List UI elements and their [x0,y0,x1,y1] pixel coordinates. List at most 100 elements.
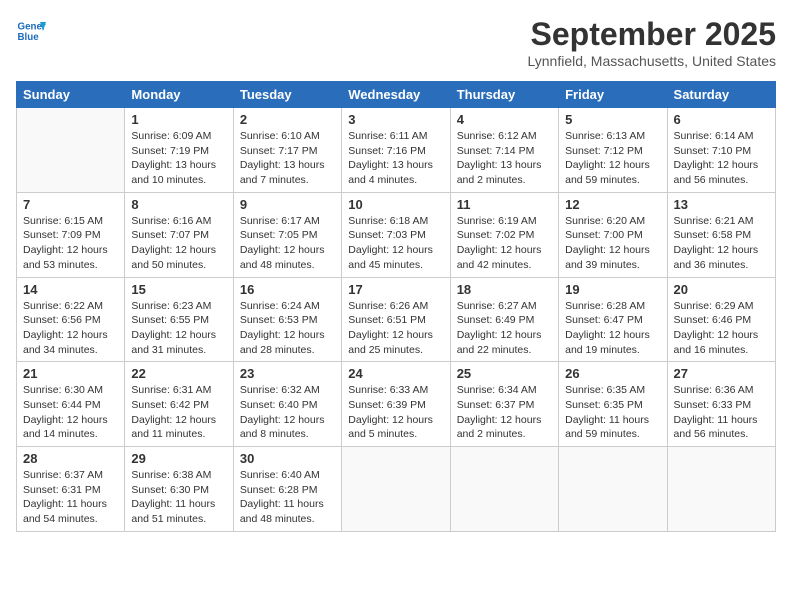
day-info: Sunrise: 6:26 AMSunset: 6:51 PMDaylight:… [348,299,443,358]
day-info: Sunrise: 6:24 AMSunset: 6:53 PMDaylight:… [240,299,335,358]
day-info: Sunrise: 6:18 AMSunset: 7:03 PMDaylight:… [348,214,443,273]
day-number: 14 [23,282,118,297]
calendar-cell: 25 Sunrise: 6:34 AMSunset: 6:37 PMDayligh… [450,362,558,447]
calendar-cell [17,108,125,193]
day-info: Sunrise: 6:38 AMSunset: 6:30 PMDaylight:… [131,468,226,527]
calendar-body: 1 Sunrise: 6:09 AMSunset: 7:19 PMDaylight… [17,108,776,532]
calendar-cell: 9Sunrise: 6:17 AMSunset: 7:05 PMDaylight… [233,192,341,277]
day-number: 25 [457,366,552,381]
calendar-cell: 7 Sunrise: 6:15 AMSunset: 7:09 PMDaylight… [17,192,125,277]
calendar-cell: 15Sunrise: 6:23 AMSunset: 6:55 PMDayligh… [125,277,233,362]
day-number: 16 [240,282,335,297]
day-number: 12 [565,197,660,212]
day-number: 10 [348,197,443,212]
day-number: 6 [674,112,769,127]
day-info: Sunrise: 6:34 AMSunset: 6:37 PMDaylight:… [457,383,552,442]
day-info: Sunrise: 6:16 AMSunset: 7:07 PMDaylight:… [131,214,226,273]
day-number: 29 [131,451,226,466]
day-number: 28 [23,451,118,466]
calendar-cell: 18 Sunrise: 6:27 AMSunset: 6:49 PMDayligh… [450,277,558,362]
day-info: Sunrise: 6:15 AMSunset: 7:09 PMDaylight:… [23,214,118,273]
day-info: Sunrise: 6:11 AMSunset: 7:16 PMDaylight:… [348,129,443,188]
weekday-header: Monday [125,82,233,108]
day-number: 24 [348,366,443,381]
calendar-cell: 13 Sunrise: 6:21 AMSunset: 6:58 PMDayligh… [667,192,775,277]
location: Lynnfield, Massachusetts, United States [528,53,777,69]
day-number: 20 [674,282,769,297]
calendar-cell: 22 Sunrise: 6:31 AMSunset: 6:42 PMDayligh… [125,362,233,447]
day-number: 27 [674,366,769,381]
calendar-cell: 23 Sunrise: 6:32 AMSunset: 6:40 PMDayligh… [233,362,341,447]
day-number: 9 [240,197,335,212]
day-number: 21 [23,366,118,381]
day-number: 8 [131,197,226,212]
day-number: 1 [131,112,226,127]
calendar-cell: 1 Sunrise: 6:09 AMSunset: 7:19 PMDaylight… [125,108,233,193]
weekday-header: Tuesday [233,82,341,108]
weekday-header: Wednesday [342,82,450,108]
weekday-header: Thursday [450,82,558,108]
calendar-table: SundayMondayTuesdayWednesdayThursdayFrid… [16,81,776,532]
day-info: Sunrise: 6:20 AMSunset: 7:00 PMDaylight:… [565,214,660,273]
svg-text:Blue: Blue [18,32,40,43]
day-info: Sunrise: 6:32 AMSunset: 6:40 PMDaylight:… [240,383,335,442]
day-number: 13 [674,197,769,212]
logo-icon: General Blue [16,16,46,46]
weekday-header: Sunday [17,82,125,108]
day-number: 23 [240,366,335,381]
day-info: Sunrise: 6:31 AMSunset: 6:42 PMDaylight:… [131,383,226,442]
calendar-cell: 24 Sunrise: 6:33 AMSunset: 6:39 PMDayligh… [342,362,450,447]
calendar-header: SundayMondayTuesdayWednesdayThursdayFrid… [17,82,776,108]
calendar-cell [559,447,667,532]
day-number: 26 [565,366,660,381]
calendar-cell: 19 Sunrise: 6:28 AMSunset: 6:47 PMDayligh… [559,277,667,362]
calendar-cell: 20 Sunrise: 6:29 AMSunset: 6:46 PMDayligh… [667,277,775,362]
calendar-cell: 10 Sunrise: 6:18 AMSunset: 7:03 PMDayligh… [342,192,450,277]
day-info: Sunrise: 6:23 AMSunset: 6:55 PMDaylight:… [131,299,226,358]
title-area: September 2025 Lynnfield, Massachusetts,… [528,16,777,69]
day-info: Sunrise: 6:14 AMSunset: 7:10 PMDaylight:… [674,129,769,188]
calendar-week-row: 21Sunrise: 6:30 AMSunset: 6:44 PMDayligh… [17,362,776,447]
weekday-header: Friday [559,82,667,108]
calendar-cell: 6 Sunrise: 6:14 AMSunset: 7:10 PMDaylight… [667,108,775,193]
day-info: Sunrise: 6:10 AMSunset: 7:17 PMDaylight:… [240,129,335,188]
month-title: September 2025 [528,16,777,53]
calendar-week-row: 14 Sunrise: 6:22 AMSunset: 6:56 PMDayligh… [17,277,776,362]
calendar-cell: 27 Sunrise: 6:36 AMSunset: 6:33 PMDayligh… [667,362,775,447]
day-number: 2 [240,112,335,127]
day-info: Sunrise: 6:36 AMSunset: 6:33 PMDaylight:… [674,383,769,442]
calendar-cell: 3 Sunrise: 6:11 AMSunset: 7:16 PMDaylight… [342,108,450,193]
calendar-cell: 29 Sunrise: 6:38 AMSunset: 6:30 PMDayligh… [125,447,233,532]
day-info: Sunrise: 6:21 AMSunset: 6:58 PMDaylight:… [674,214,769,273]
day-info: Sunrise: 6:27 AMSunset: 6:49 PMDaylight:… [457,299,552,358]
day-info: Sunrise: 6:22 AMSunset: 6:56 PMDaylight:… [23,299,118,358]
day-number: 7 [23,197,118,212]
day-info: Sunrise: 6:29 AMSunset: 6:46 PMDaylight:… [674,299,769,358]
day-info: Sunrise: 6:12 AMSunset: 7:14 PMDaylight:… [457,129,552,188]
calendar-cell: 26 Sunrise: 6:35 AMSunset: 6:35 PMDayligh… [559,362,667,447]
calendar-cell: 4 Sunrise: 6:12 AMSunset: 7:14 PMDaylight… [450,108,558,193]
day-info: Sunrise: 6:33 AMSunset: 6:39 PMDaylight:… [348,383,443,442]
calendar-cell: 2 Sunrise: 6:10 AMSunset: 7:17 PMDaylight… [233,108,341,193]
day-number: 4 [457,112,552,127]
calendar-week-row: 7 Sunrise: 6:15 AMSunset: 7:09 PMDaylight… [17,192,776,277]
calendar-cell: 14 Sunrise: 6:22 AMSunset: 6:56 PMDayligh… [17,277,125,362]
day-info: Sunrise: 6:09 AMSunset: 7:19 PMDaylight:… [131,129,226,188]
day-info: Sunrise: 6:28 AMSunset: 6:47 PMDaylight:… [565,299,660,358]
calendar-cell: 5Sunrise: 6:13 AMSunset: 7:12 PMDaylight… [559,108,667,193]
calendar-cell [342,447,450,532]
day-info: Sunrise: 6:35 AMSunset: 6:35 PMDaylight:… [565,383,660,442]
logo: General Blue [16,16,46,46]
day-number: 17 [348,282,443,297]
calendar-cell [667,447,775,532]
weekday-header: Saturday [667,82,775,108]
day-number: 18 [457,282,552,297]
calendar-cell: 16 Sunrise: 6:24 AMSunset: 6:53 PMDayligh… [233,277,341,362]
day-number: 5 [565,112,660,127]
day-number: 19 [565,282,660,297]
day-number: 3 [348,112,443,127]
day-info: Sunrise: 6:40 AMSunset: 6:28 PMDaylight:… [240,468,335,527]
day-info: Sunrise: 6:19 AMSunset: 7:02 PMDaylight:… [457,214,552,273]
day-number: 22 [131,366,226,381]
calendar-cell: 17 Sunrise: 6:26 AMSunset: 6:51 PMDayligh… [342,277,450,362]
